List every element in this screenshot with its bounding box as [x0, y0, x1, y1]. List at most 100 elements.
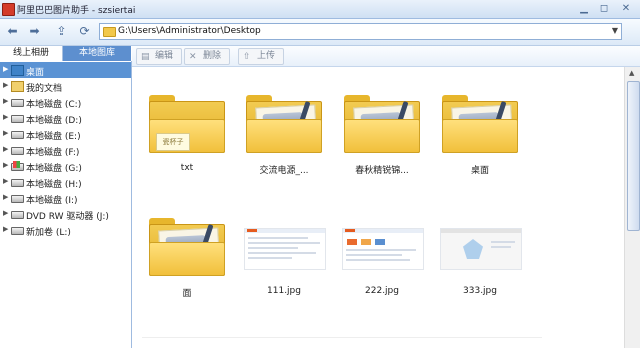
file-name: 面 [182, 289, 192, 299]
image-thumbnail [342, 228, 424, 270]
image-thumbnail [244, 228, 326, 270]
vertical-scrollbar[interactable]: ▲ [624, 67, 640, 348]
tree-item-drive-e[interactable]: ▶ 本地磁盘 (E:) [0, 126, 131, 142]
file-tile[interactable]: 222.jpg [337, 190, 427, 300]
address-bar[interactable]: G:\Users\Administrator\Desktop ▼ [99, 23, 622, 40]
upload-icon: ⇧ [243, 52, 251, 62]
file-name: 交流电源_... [259, 166, 309, 176]
folder-tree: ▶ 桌面 ▶ 我的文档 ▶ 本地磁盘 (C:) ▶ 本地磁盘 (D:) ▶ 本地… [0, 61, 132, 348]
forward-arrow-icon[interactable]: ➡ [27, 24, 42, 39]
sticky-note: 瓷杯子 [156, 133, 190, 151]
delete-button-label: 删除 [203, 51, 222, 61]
system-drive-icon [11, 161, 24, 171]
drive-icon [11, 227, 24, 235]
scroll-up-arrow-icon[interactable]: ▲ [629, 69, 634, 77]
folder-icon [246, 95, 322, 153]
tree-item-desktop[interactable]: ▶ 桌面 [0, 62, 131, 78]
back-arrow-icon[interactable]: ⬅ [5, 24, 20, 39]
expand-arrow-icon[interactable]: ▶ [3, 81, 8, 89]
file-tile[interactable]: 瓷杯子 txt [142, 67, 232, 177]
refresh-icon[interactable]: ⟳ [77, 24, 92, 39]
scrollbar-thumb[interactable] [627, 81, 640, 231]
expand-arrow-icon[interactable]: ▶ [3, 65, 8, 73]
file-tile[interactable]: 春秋精锐锦... [337, 67, 427, 177]
expand-arrow-icon[interactable]: ▶ [3, 113, 8, 121]
drive-icon [11, 179, 24, 187]
close-icon[interactable]: ✕ [619, 2, 633, 15]
file-tile[interactable]: 交流电源_... [239, 67, 329, 177]
file-grid: 瓷杯子 txt 交流电源_... 春秋精锐锦... 桌面 面 111.jpg 2… [132, 67, 623, 348]
tree-item-label: 我的文档 [26, 84, 63, 94]
tree-item-drive-l[interactable]: ▶ 新加卷 (L:) [0, 222, 131, 238]
tree-item-dvd-j[interactable]: ▶ DVD RW 驱动器 (J:) [0, 206, 131, 222]
tree-item-label: 本地磁盘 (I:) [26, 196, 78, 206]
expand-arrow-icon[interactable]: ▶ [3, 97, 8, 105]
drive-icon [11, 131, 24, 139]
tree-item-drive-c[interactable]: ▶ 本地磁盘 (C:) [0, 94, 131, 110]
tree-item-label: 本地磁盘 (E:) [26, 132, 81, 142]
tree-item-label: 本地磁盘 (D:) [26, 116, 82, 126]
edit-icon: ▤ [141, 52, 150, 62]
edit-button[interactable]: ▤ 编辑 [136, 48, 182, 65]
window-title: 阿里巴巴图片助手 - szsiertai [17, 6, 136, 16]
tree-item-label: 本地磁盘 (G:) [26, 164, 82, 174]
tree-item-drive-f[interactable]: ▶ 本地磁盘 (F:) [0, 142, 131, 158]
file-name: 333.jpg [463, 286, 497, 296]
folder-icon: 瓷杯子 [149, 95, 225, 153]
address-path: G:\Users\Administrator\Desktop [118, 26, 261, 36]
upload-button[interactable]: ⇧ 上传 [238, 48, 284, 65]
tab-online-album[interactable]: 线上相册 [0, 46, 63, 61]
expand-arrow-icon[interactable]: ▶ [3, 209, 8, 217]
tree-item-label: 本地磁盘 (F:) [26, 148, 80, 158]
sidebar-tabs: 线上相册 本地图库 [0, 46, 131, 61]
folder-icon [149, 218, 225, 276]
file-name: 111.jpg [267, 286, 301, 296]
expand-arrow-icon[interactable]: ▶ [3, 129, 8, 137]
file-tile[interactable]: 桌面 [435, 67, 525, 177]
drive-icon [11, 195, 24, 203]
navigation-bar: ⬅ ➡ ⇪ ⟳ G:\Users\Administrator\Desktop ▼ [0, 19, 640, 46]
expand-arrow-icon[interactable]: ▶ [3, 161, 8, 169]
minimize-icon[interactable]: ▁ [577, 2, 591, 15]
tree-item-drive-d[interactable]: ▶ 本地磁盘 (D:) [0, 110, 131, 126]
windows-logo-icon [13, 161, 20, 168]
expand-arrow-icon[interactable]: ▶ [3, 145, 8, 153]
documents-icon [11, 81, 24, 92]
toolbar: ▤ 编辑 ✕ 删除 ⇧ 上传 [132, 46, 640, 67]
file-name: txt [180, 163, 194, 173]
folder-icon [442, 95, 518, 153]
file-name: 桌面 [470, 166, 489, 176]
file-tile[interactable]: 111.jpg [239, 190, 329, 300]
tree-item-label: DVD RW 驱动器 (J:) [26, 212, 109, 222]
chevron-down-icon[interactable]: ▼ [612, 26, 618, 35]
edit-button-label: 编辑 [155, 51, 174, 61]
expand-arrow-icon[interactable]: ▶ [3, 193, 8, 201]
folder-icon [103, 27, 116, 37]
tree-item-label: 新加卷 (L:) [26, 228, 71, 238]
tree-item-drive-g[interactable]: ▶ 本地磁盘 (G:) [0, 158, 131, 174]
expand-arrow-icon[interactable]: ▶ [3, 225, 8, 233]
tree-item-label: 本地磁盘 (C:) [26, 100, 82, 110]
app-icon [2, 3, 15, 16]
maximize-icon[interactable]: ◻ [597, 2, 611, 15]
tree-item-label: 本地磁盘 (H:) [26, 180, 82, 190]
tree-item-label: 桌面 [26, 68, 45, 78]
image-thumbnail [440, 228, 522, 270]
drive-icon [11, 115, 24, 123]
tab-local-library[interactable]: 本地图库 [63, 46, 131, 61]
tree-item-drive-h[interactable]: ▶ 本地磁盘 (H:) [0, 174, 131, 190]
tree-item-drive-i[interactable]: ▶ 本地磁盘 (I:) [0, 190, 131, 206]
drive-icon [11, 147, 24, 155]
delete-button[interactable]: ✕ 删除 [184, 48, 230, 65]
tree-item-documents[interactable]: ▶ 我的文档 [0, 78, 131, 94]
dvd-drive-icon [11, 211, 24, 219]
delete-icon: ✕ [189, 52, 197, 62]
desktop-icon [11, 65, 24, 76]
file-name: 春秋精锐锦... [355, 166, 409, 176]
file-tile[interactable]: 333.jpg [435, 190, 525, 300]
file-tile[interactable]: 面 [142, 190, 232, 300]
expand-arrow-icon[interactable]: ▶ [3, 177, 8, 185]
folder-icon [344, 95, 420, 153]
up-folder-icon[interactable]: ⇪ [54, 24, 69, 39]
file-name: 222.jpg [365, 286, 399, 296]
